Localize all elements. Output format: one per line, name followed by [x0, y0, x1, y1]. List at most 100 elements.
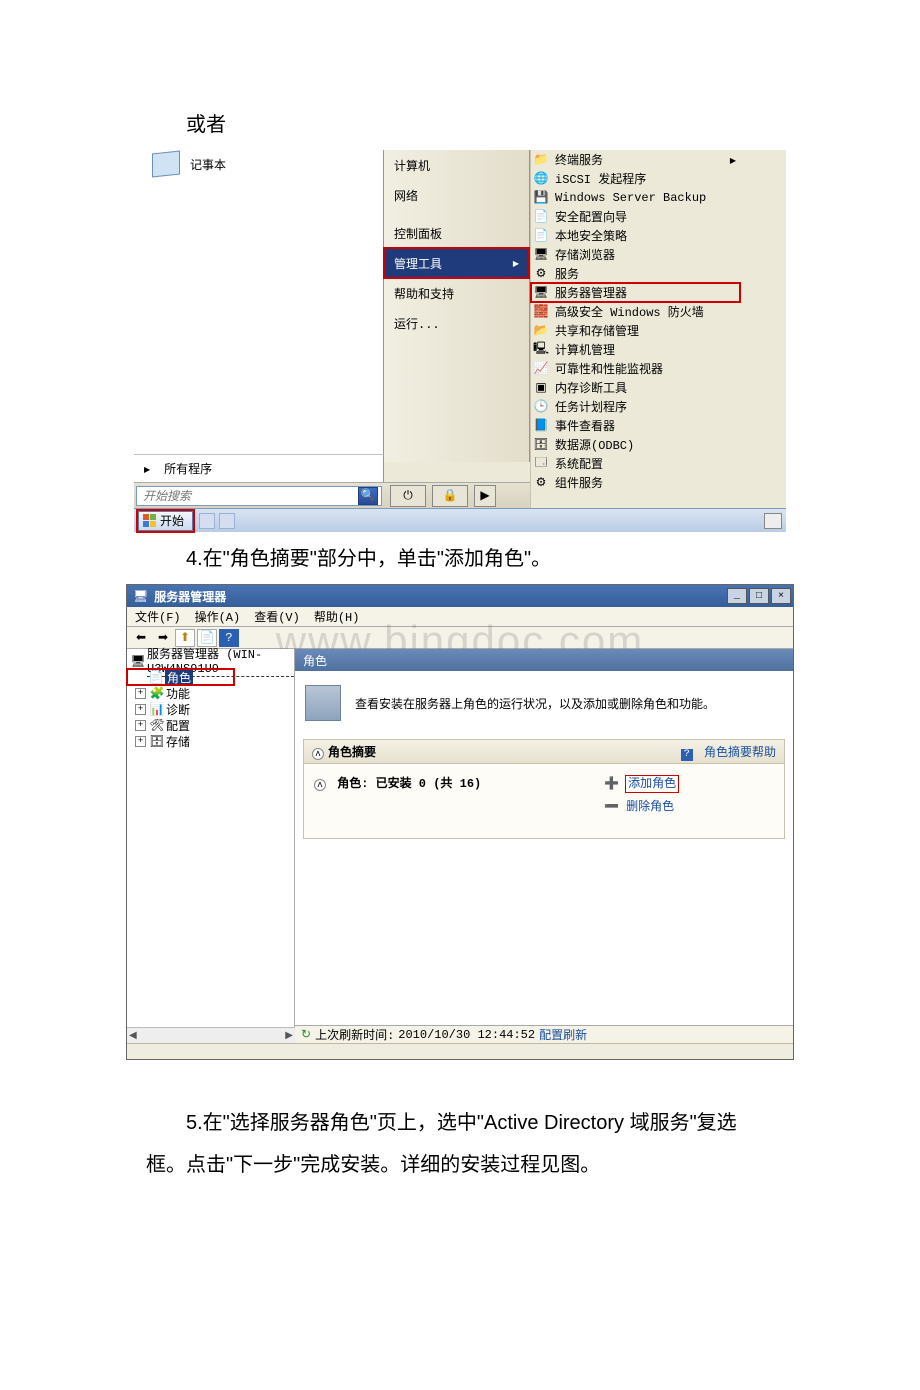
- start-item-run[interactable]: 运行...: [384, 308, 529, 338]
- start-search-input[interactable]: 开始搜索 🔍: [136, 486, 382, 506]
- admin-item-localsec[interactable]: 📄本地安全策略: [531, 226, 740, 245]
- computer-icon: 🖳: [533, 339, 549, 360]
- expand-icon[interactable]: +: [135, 720, 146, 731]
- start-right-column: 计算机 网络 控制面板 管理工具 帮助和支持 运行...: [384, 150, 530, 462]
- admin-item-server-manager[interactable]: 🖥服务器管理器: [531, 283, 740, 302]
- power-controls: ⏻ 🔒 ▶: [384, 483, 530, 509]
- admin-item-secwiz[interactable]: 📄安全配置向导: [531, 207, 740, 226]
- admin-item-eventvwr[interactable]: 📘事件查看器: [531, 416, 740, 435]
- search-icon[interactable]: 🔍: [358, 487, 378, 505]
- help-button[interactable]: ?: [219, 629, 239, 647]
- content-description: 查看安装在服务器上角色的运行状况，以及添加或删除角色和功能。: [355, 695, 715, 712]
- content-intro: 查看安装在服务器上角色的运行状况，以及添加或删除角色和功能。: [295, 671, 793, 739]
- window-title: 服务器管理器: [154, 588, 226, 605]
- admin-item-terminal[interactable]: 📁终端服务: [531, 150, 740, 169]
- tree-node-diagnostics[interactable]: + 📊 诊断: [127, 701, 294, 717]
- admin-item-perfmon[interactable]: 📈可靠性和性能监视器: [531, 359, 740, 378]
- collapse-icon[interactable]: ʌ: [314, 779, 326, 791]
- nav-back-button[interactable]: ⬅: [131, 629, 151, 647]
- start-item-control-panel[interactable]: 控制面板: [384, 218, 529, 248]
- server-icon: 🖥: [131, 654, 145, 669]
- tree-root[interactable]: 🖥 服务器管理器 (WIN-U3W4NS91U9: [127, 653, 294, 669]
- admin-item-odbc[interactable]: 🗄数据源(ODBC): [531, 435, 740, 454]
- remove-role-icon: ➖: [604, 800, 619, 814]
- menu-help[interactable]: 帮助(H): [314, 608, 360, 625]
- admin-item-storage[interactable]: 🖥存储浏览器: [531, 245, 740, 264]
- menu-view[interactable]: 查看(V): [254, 608, 300, 625]
- admin-item-share[interactable]: 📂共享和存储管理: [531, 321, 740, 340]
- tree-node-features[interactable]: + 🧩 功能: [127, 685, 294, 701]
- firewall-icon: 🧱: [533, 304, 549, 319]
- tree-hscrollbar[interactable]: ◀ ▶: [127, 1027, 295, 1043]
- power-menu-button[interactable]: ▶: [474, 485, 496, 507]
- tray-icon[interactable]: [764, 513, 782, 529]
- remove-role-link[interactable]: 删除角色: [626, 800, 674, 814]
- admin-item-services[interactable]: ⚙服务: [531, 264, 740, 283]
- all-programs[interactable]: 所有程序: [134, 454, 384, 482]
- windows-logo-icon: [143, 514, 156, 527]
- monitor-icon: 📈: [533, 361, 549, 376]
- collapse-icon[interactable]: ʌ: [312, 748, 324, 760]
- start-item-admin-tools[interactable]: 管理工具: [384, 248, 529, 278]
- expand-icon[interactable]: +: [135, 704, 146, 715]
- menu-file[interactable]: 文件(F): [135, 608, 181, 625]
- admin-item-iscsi[interactable]: 🌐iSCSI 发起程序: [531, 169, 740, 188]
- status-time: 2010/10/30 12:44:52: [398, 1028, 535, 1042]
- policy-icon: 📄: [533, 228, 549, 243]
- content-pane: 角色 查看安装在服务器上角色的运行状况，以及添加或删除角色和功能。 ʌ角色摘要 …: [295, 649, 793, 1043]
- admin-item-compmgmt[interactable]: 🖳计算机管理: [531, 340, 740, 359]
- screenshot-server-manager: www.bingdoc.com 🖥 服务器管理器 _ □ × 文件(F) 操作(…: [126, 584, 794, 1060]
- menu-action[interactable]: 操作(A): [195, 608, 241, 625]
- start-item-help[interactable]: 帮助和支持: [384, 278, 529, 308]
- expand-icon[interactable]: +: [135, 736, 146, 747]
- lock-button[interactable]: 🔒: [432, 485, 468, 507]
- window-titlebar[interactable]: 🖥 服务器管理器 _ □ ×: [127, 585, 793, 607]
- start-button-label: 开始: [160, 512, 184, 529]
- paragraph-or: 或者: [146, 108, 774, 142]
- recent-item-label: 记事本: [190, 156, 226, 173]
- minimize-button[interactable]: _: [727, 588, 747, 604]
- admin-item-compsvc[interactable]: ⚙组件服务: [531, 473, 740, 492]
- notepad-icon: [152, 151, 180, 178]
- submenu-arrow-icon: [513, 256, 519, 270]
- all-programs-label: 所有程序: [164, 460, 212, 477]
- nav-forward-button[interactable]: ➡: [153, 629, 173, 647]
- start-item-network[interactable]: 网络: [384, 180, 529, 210]
- panel-help-link[interactable]: ? 角色摘要帮助: [681, 743, 776, 761]
- add-role-icon: ➕: [604, 777, 619, 791]
- quicklaunch-item[interactable]: [219, 513, 235, 529]
- config-icon: 🛠: [150, 718, 164, 733]
- roles-icon: 📄: [149, 670, 163, 685]
- start-button[interactable]: 开始: [138, 511, 193, 531]
- properties-button[interactable]: 📄: [197, 629, 217, 647]
- msconfig-icon: 🗔: [533, 453, 549, 474]
- scroll-left-icon[interactable]: ◀: [129, 1030, 137, 1042]
- tree-node-config[interactable]: + 🛠 配置: [127, 717, 294, 733]
- start-item-computer[interactable]: 计算机: [384, 150, 529, 180]
- scroll-right-icon[interactable]: ▶: [285, 1030, 293, 1042]
- admin-item-wsb[interactable]: 💾Windows Server Backup: [531, 188, 740, 207]
- nav-tree: 🖥 服务器管理器 (WIN-U3W4NS91U9 📄 角色 + 🧩 功能 + 📊…: [127, 649, 295, 1043]
- close-button[interactable]: ×: [771, 588, 791, 604]
- admin-item-tasksched[interactable]: 🕒任务计划程序: [531, 397, 740, 416]
- wizard-icon: 📄: [533, 209, 549, 224]
- clock-icon: 🕒: [533, 399, 549, 414]
- menu-bar: 文件(F) 操作(A) 查看(V) 帮助(H): [127, 607, 793, 627]
- panel-title: 角色摘要: [328, 746, 376, 760]
- power-button[interactable]: ⏻: [390, 485, 426, 507]
- search-placeholder: 开始搜索: [143, 487, 191, 504]
- admin-item-sysconfig[interactable]: 🗔系统配置: [531, 454, 740, 473]
- recent-item-notepad[interactable]: 记事本: [134, 150, 383, 178]
- maximize-button[interactable]: □: [749, 588, 769, 604]
- add-role-link[interactable]: 添加角色: [626, 776, 678, 792]
- refresh-config-link[interactable]: 配置刷新: [539, 1026, 587, 1043]
- tree-node-storage[interactable]: + 🗄 存储: [127, 733, 294, 749]
- up-folder-button[interactable]: ⬆: [175, 629, 195, 647]
- quicklaunch-item[interactable]: [199, 513, 215, 529]
- all-programs-arrow-icon: [144, 462, 150, 476]
- expand-icon[interactable]: +: [135, 688, 146, 699]
- roles-summary-panel: ʌ角色摘要 ? 角色摘要帮助 ʌ 角色: 已安装 0 (共 16): [303, 739, 785, 839]
- admin-item-firewall[interactable]: 🧱高级安全 Windows 防火墙: [531, 302, 740, 321]
- admin-item-memdiag[interactable]: ▣内存诊断工具: [531, 378, 740, 397]
- start-bottom-row: 开始搜索 🔍 ⏻ 🔒 ▶: [134, 482, 530, 508]
